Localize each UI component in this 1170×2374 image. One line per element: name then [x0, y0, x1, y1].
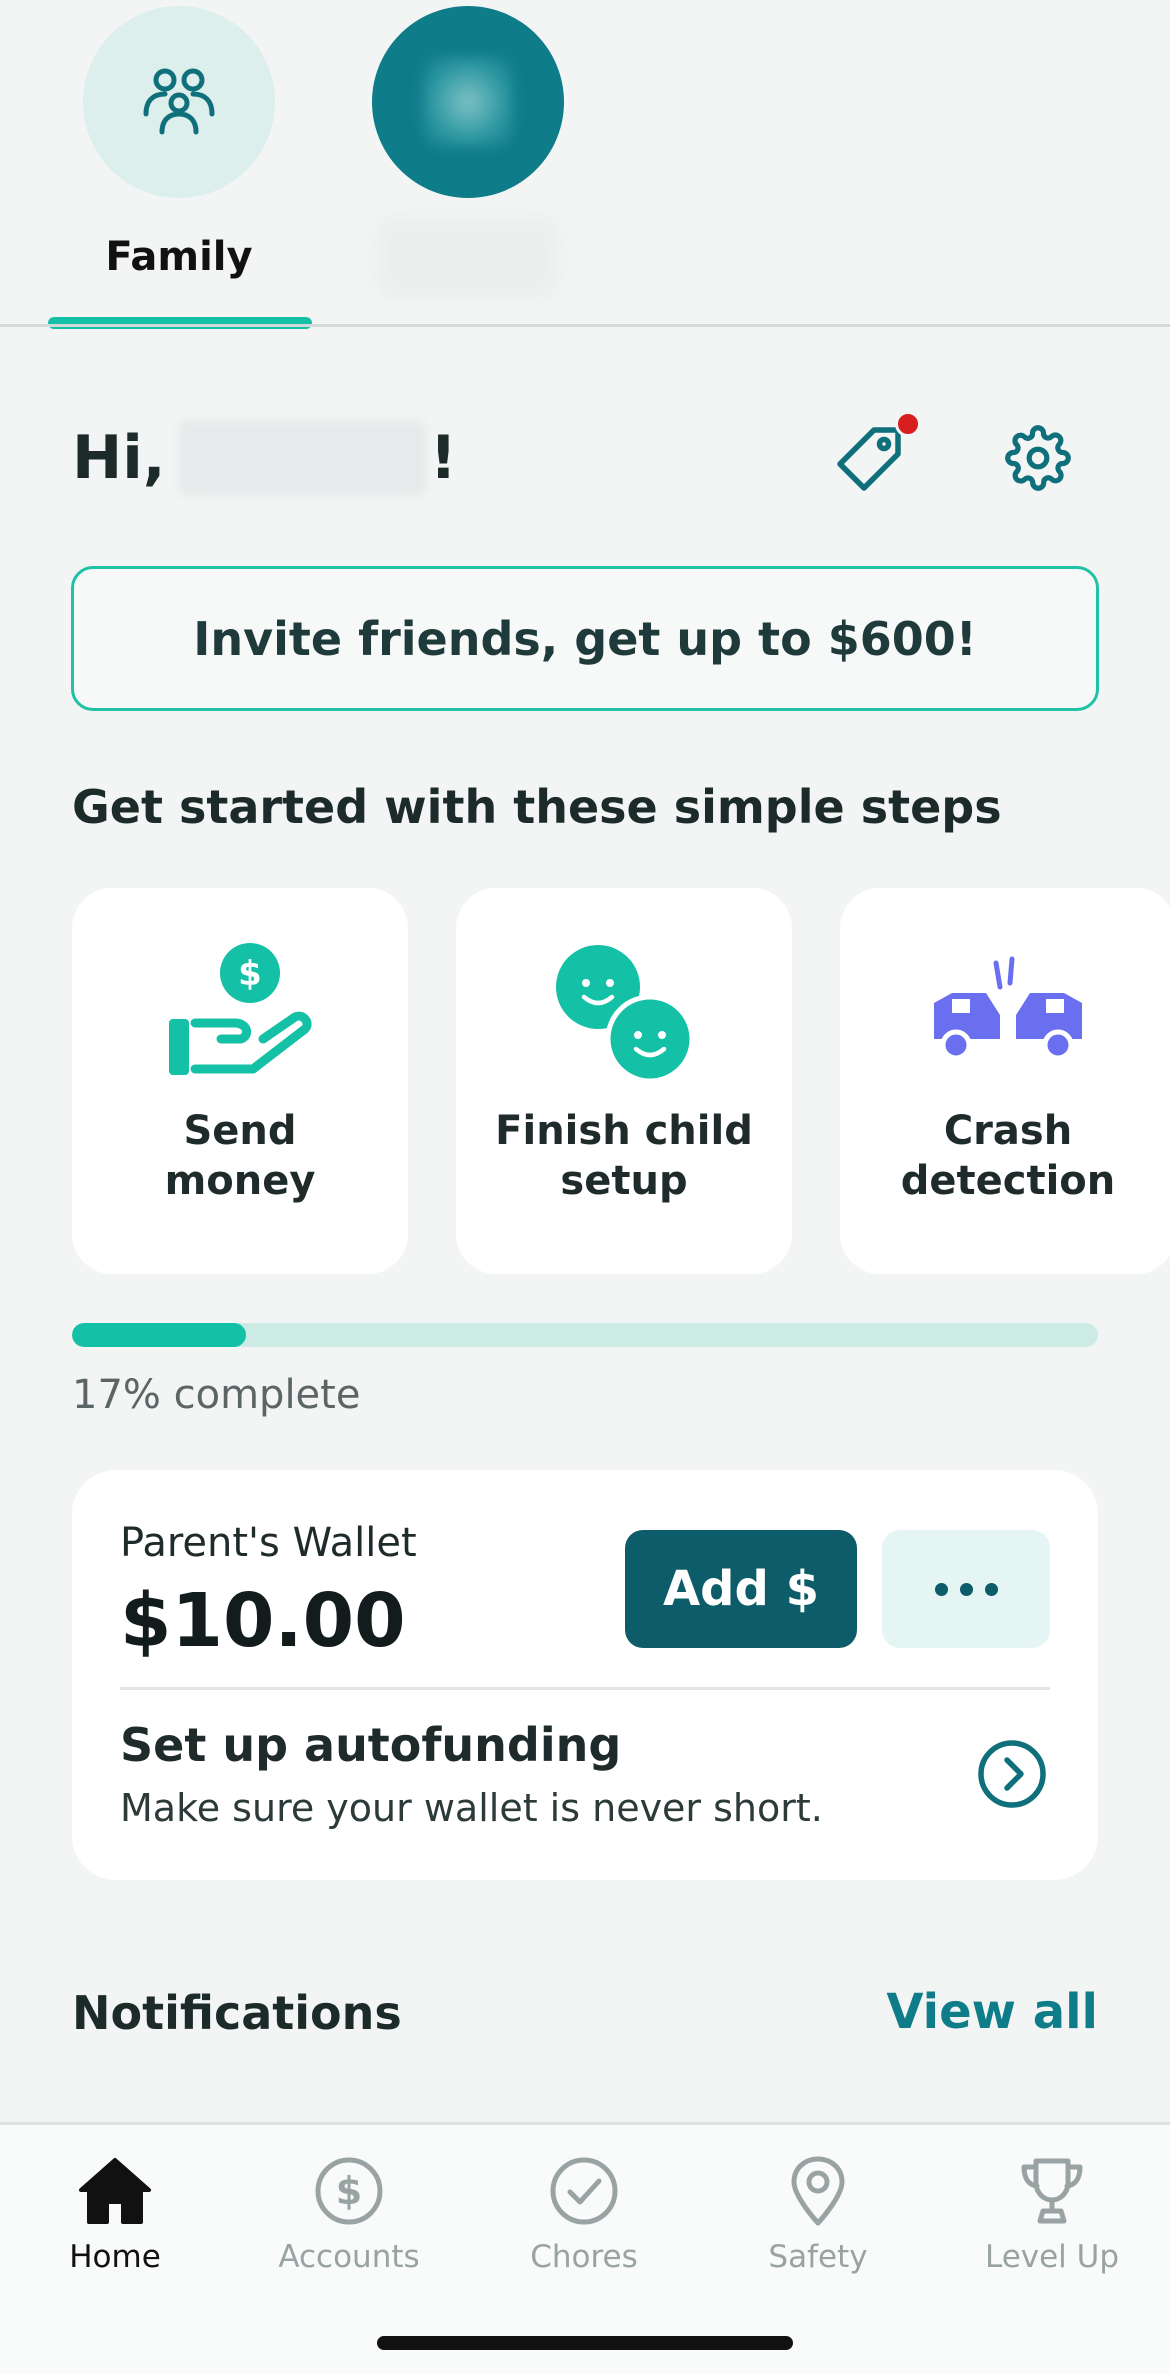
notifications-title: Notifications [72, 1986, 402, 2040]
profile-child[interactable] [372, 6, 564, 298]
nav-safety[interactable]: Safety [718, 2149, 918, 2275]
nav-accounts[interactable]: $ Accounts [249, 2149, 449, 2275]
autofunding-subtitle: Make sure your wallet is never short. [120, 1786, 823, 1830]
step-card-finish-child-setup[interactable]: Finish child setup [456, 888, 792, 1274]
check-circle-icon [550, 2157, 618, 2225]
nav-chores[interactable]: Chores [484, 2149, 684, 2275]
home-screen: Family Hi, ! Invite friends, get up to $… [0, 0, 1170, 2374]
faces-icon [556, 945, 694, 1083]
active-profile-indicator [48, 317, 312, 329]
autofunding-title[interactable]: Set up autofunding [120, 1718, 621, 1772]
invite-friends-banner[interactable]: Invite friends, get up to $600! [71, 566, 1099, 711]
greeting-suffix: ! [429, 423, 457, 493]
wallet-balance: $10.00 [120, 1578, 406, 1664]
steps-progress-bar [72, 1323, 1098, 1347]
view-all-link[interactable]: View all [886, 1984, 1098, 2040]
home-icon [79, 2158, 151, 2224]
steps-progress-fill [72, 1323, 247, 1347]
step-card-send-money[interactable]: $ Send money [72, 888, 408, 1274]
parent-wallet-card: Parent's Wallet $10.00 Add $ Set up auto… [72, 1470, 1098, 1880]
nav-level-up-label: Level Up [984, 2239, 1120, 2275]
crash-cars-icon [934, 956, 1082, 1061]
tag-icon [837, 427, 901, 491]
nav-home[interactable]: Home [15, 2149, 215, 2275]
nav-chores-label: Chores [530, 2239, 638, 2275]
greeting: Hi, ! [72, 420, 457, 496]
home-indicator [377, 2336, 793, 2350]
step-label-finish-child-setup: Finish child setup [495, 1108, 753, 1204]
settings-button[interactable] [998, 414, 1078, 502]
header-divider [0, 324, 1170, 327]
wallet-divider [120, 1687, 1050, 1690]
child-avatar-photo [423, 57, 513, 147]
wallet-more-button[interactable] [882, 1530, 1050, 1648]
steps-title: Get started with these simple steps [72, 780, 1002, 834]
send-money-icon: $ [169, 943, 312, 1075]
nav-safety-label: Safety [768, 2239, 868, 2275]
family-avatar [83, 6, 275, 198]
nav-home-label: Home [69, 2239, 161, 2275]
svg-text:$: $ [238, 954, 262, 994]
more-dot-icon [959, 1582, 973, 1596]
step-label-send-money: Send money [164, 1108, 316, 1204]
chevron-right-circle-icon[interactable] [976, 1738, 1048, 1810]
dollar-circle-icon: $ [315, 2157, 383, 2225]
family-icon [143, 68, 215, 135]
trophy-icon [1021, 2158, 1083, 2224]
svg-text:$: $ [336, 2169, 362, 2213]
add-money-button[interactable]: Add $ [625, 1530, 857, 1648]
profile-family-label: Family [105, 234, 253, 280]
invite-friends-text: Invite friends, get up to $600! [193, 611, 977, 666]
steps-progress-text: 17% complete [72, 1372, 361, 1418]
gear-icon [1005, 425, 1071, 491]
greeting-prefix: Hi, [72, 423, 166, 493]
more-dot-icon [934, 1582, 948, 1596]
location-pin-icon [791, 2156, 845, 2226]
user-name-redacted [177, 420, 426, 496]
nav-accounts-label: Accounts [278, 2239, 420, 2275]
wallet-label: Parent's Wallet [120, 1520, 417, 1566]
profile-switcher: Family [0, 0, 1170, 329]
more-dot-icon [984, 1582, 998, 1596]
step-label-crash-detection: Crash detection [900, 1108, 1116, 1204]
nav-level-up[interactable]: Level Up [952, 2149, 1152, 2275]
step-card-crash-detection[interactable]: Crash detection [840, 888, 1170, 1274]
profile-child-label [378, 218, 558, 298]
profile-family[interactable]: Family [83, 6, 275, 280]
offers-notification-dot [895, 411, 921, 437]
child-avatar [372, 6, 564, 198]
